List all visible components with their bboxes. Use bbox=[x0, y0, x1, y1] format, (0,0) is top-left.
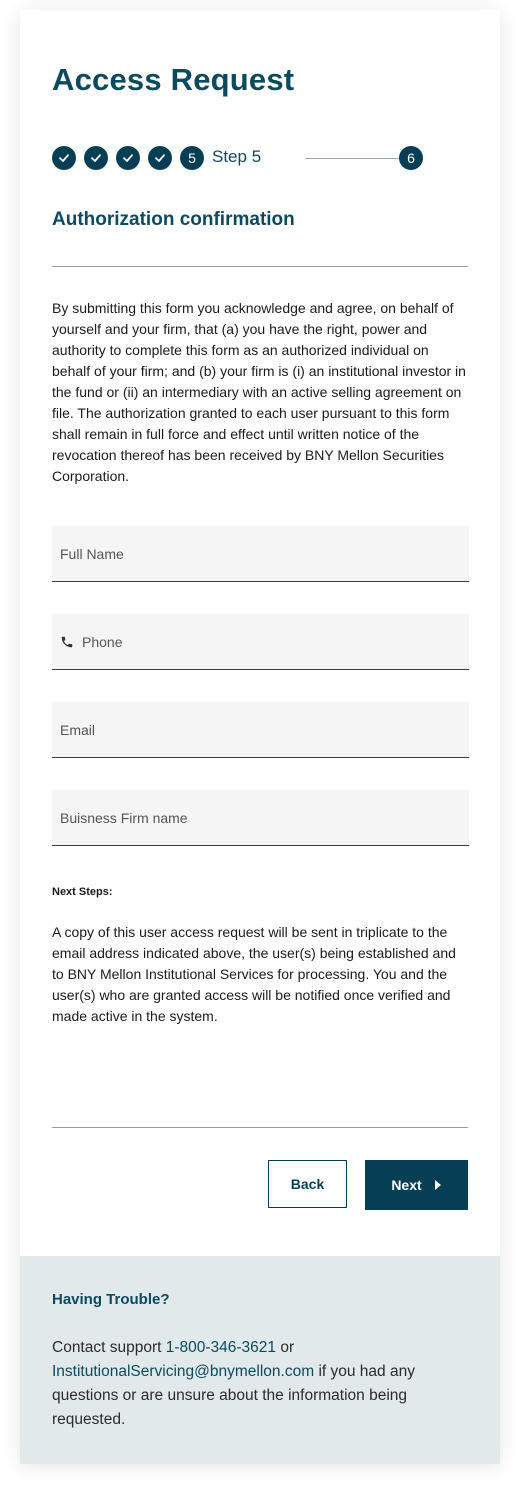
page-title: Access Request bbox=[52, 62, 295, 97]
current-step-label: Step 5 bbox=[212, 147, 262, 166]
support-email-link[interactable]: InstitutionalServicing@bnymellon.com bbox=[52, 1363, 314, 1380]
divider bbox=[52, 1127, 468, 1128]
step-5-current-number: 5 bbox=[180, 146, 204, 170]
next-button[interactable]: Next bbox=[365, 1160, 468, 1210]
full-name-field[interactable]: Full Name bbox=[52, 526, 469, 582]
step-4-complete-check-icon[interactable] bbox=[148, 146, 172, 170]
step-2-complete-check-icon[interactable] bbox=[84, 146, 108, 170]
step-6-number: 6 bbox=[399, 146, 423, 170]
step-1-complete-check-icon[interactable] bbox=[52, 146, 76, 170]
progress-stepper: 5 Step 5 6 bbox=[52, 146, 472, 170]
divider bbox=[52, 266, 468, 267]
help-panel: Having Trouble? Contact support 1-800-34… bbox=[20, 1256, 500, 1464]
business-firm-name-field[interactable]: Buisness Firm name bbox=[52, 790, 469, 846]
back-button[interactable]: Back bbox=[268, 1160, 347, 1208]
full-name-placeholder: Full Name bbox=[60, 545, 124, 562]
help-title: Having Trouble? bbox=[52, 1291, 170, 1308]
next-button-label: Next bbox=[391, 1177, 422, 1193]
phone-field[interactable]: Phone bbox=[52, 614, 469, 670]
help-text-prefix: Contact support bbox=[52, 1339, 166, 1356]
access-request-card: Access Request 5 Step 5 6 Authorization … bbox=[20, 10, 500, 1464]
help-text-middle: or bbox=[276, 1339, 295, 1356]
step-3-complete-check-icon[interactable] bbox=[116, 146, 140, 170]
business-firm-name-placeholder: Buisness Firm name bbox=[60, 809, 188, 826]
caret-right-icon bbox=[434, 1180, 441, 1190]
support-phone-link[interactable]: 1-800-346-3621 bbox=[166, 1339, 276, 1356]
email-field[interactable]: Email bbox=[52, 702, 469, 758]
next-steps-heading: Next Steps: bbox=[52, 886, 113, 898]
help-text: Contact support 1-800-346-3621 or Institu… bbox=[52, 1336, 470, 1432]
phone-placeholder: Phone bbox=[82, 633, 123, 650]
section-subtitle: Authorization confirmation bbox=[52, 209, 295, 230]
email-placeholder: Email bbox=[60, 721, 96, 738]
phone-icon bbox=[60, 635, 74, 649]
next-steps-text: A copy of this user access request will … bbox=[52, 924, 456, 1024]
authorization-legal-text: By submitting this form you acknowledge … bbox=[52, 300, 466, 484]
